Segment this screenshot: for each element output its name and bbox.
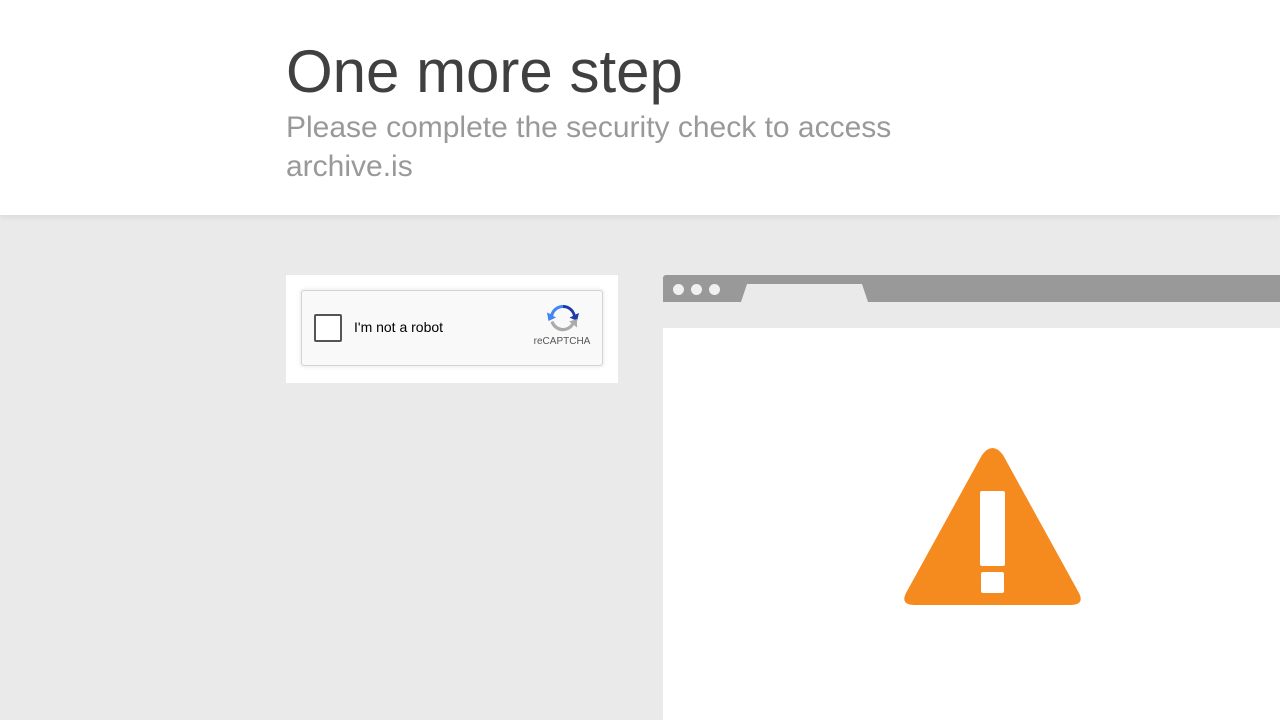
- page-header: One more step Please complete the securi…: [0, 0, 1280, 215]
- browser-tab: [741, 284, 868, 302]
- warning-icon: [904, 448, 1081, 605]
- page-title: One more step: [286, 38, 683, 105]
- checkbox-label: I'm not a robot: [354, 319, 444, 335]
- captcha-container: I'm not a robot reCAPTCHA: [286, 275, 618, 383]
- recaptcha-widget: I'm not a robot reCAPTCHA: [301, 290, 603, 366]
- browser-toolbar: [663, 302, 1280, 328]
- window-dot: [691, 284, 702, 295]
- window-dot: [673, 284, 684, 295]
- browser-content: [663, 328, 1280, 720]
- browser-illustration: [663, 275, 1280, 720]
- recaptcha-logo-icon: [547, 304, 579, 332]
- browser-title-bar: [663, 275, 1280, 302]
- not-a-robot-checkbox[interactable]: [314, 314, 342, 342]
- window-dot: [709, 284, 720, 295]
- page-subtitle: Please complete the security check to ac…: [286, 111, 892, 183]
- recaptcha-brand: reCAPTCHA: [533, 336, 591, 347]
